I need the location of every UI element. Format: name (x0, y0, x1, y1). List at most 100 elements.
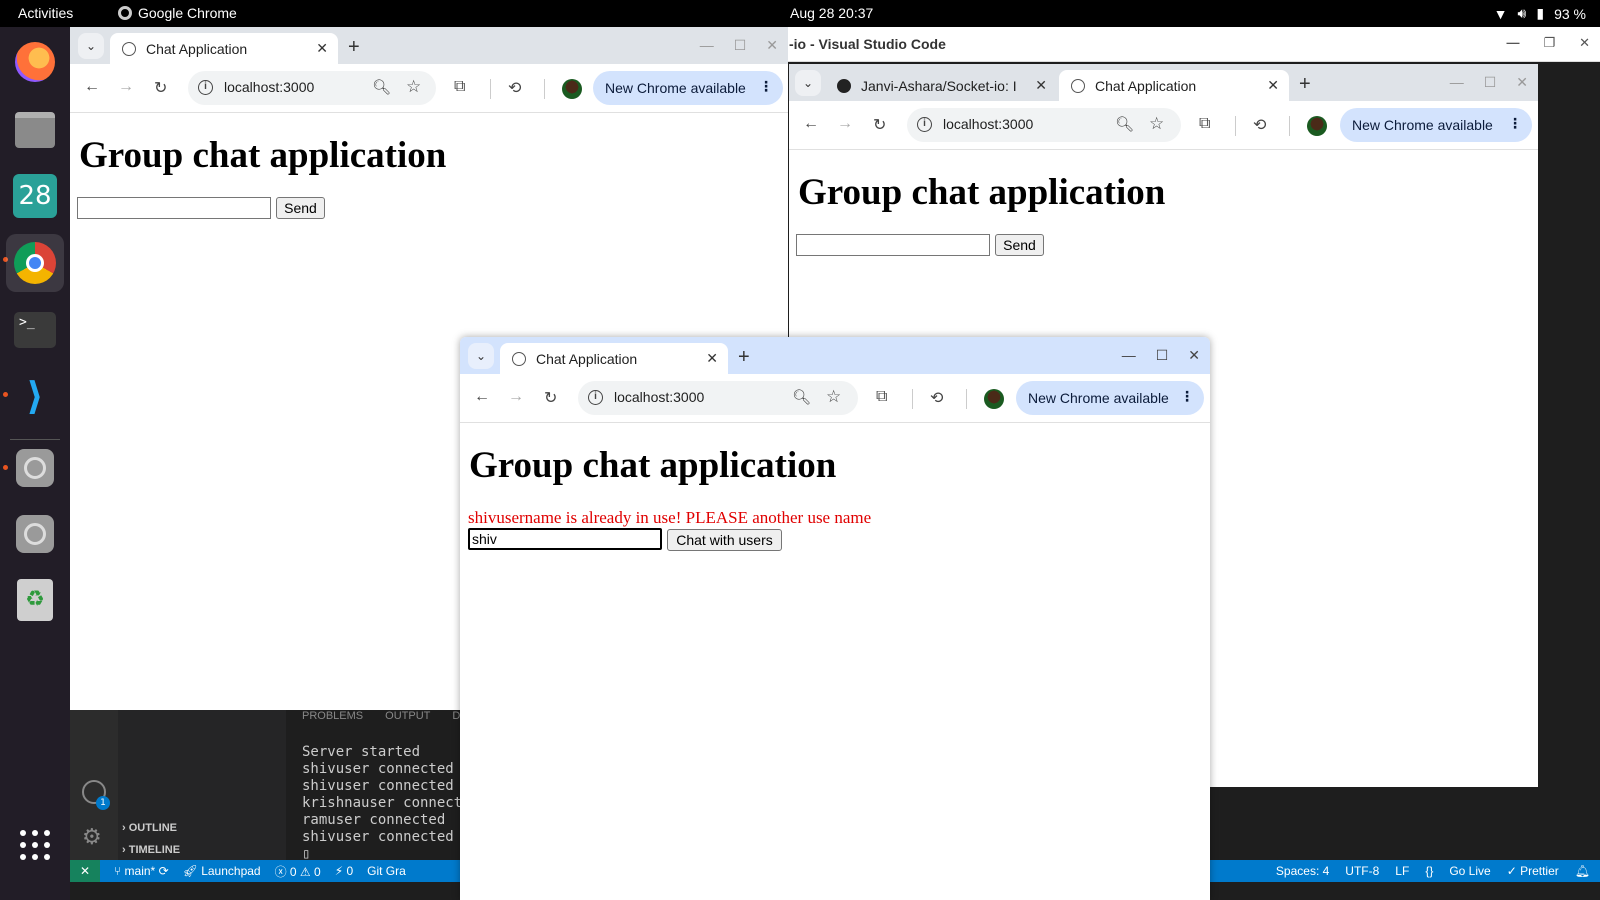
forward-icon[interactable]: → (508, 388, 524, 406)
new-chrome-available-button[interactable]: New Chrome available ⋮ (593, 71, 783, 105)
more-menu-icon[interactable]: ⋮ (759, 78, 773, 95)
address-bar[interactable]: i localhost:3000 🔍︎ ☆ (188, 71, 436, 105)
tab-github[interactable]: Janvi-Ashara/Socket-io: I ✕ (825, 70, 1057, 101)
minimize-icon[interactable]: — (700, 37, 714, 54)
tab-search-button[interactable]: ⌄ (468, 343, 494, 369)
branch-status[interactable]: ⑂ main* ⟳ (114, 864, 169, 878)
git-graph-status[interactable]: Git Gra (367, 864, 406, 878)
language-status[interactable]: {} (1425, 864, 1433, 878)
eol-status[interactable]: LF (1395, 864, 1409, 878)
maximize-icon[interactable]: ☐ (1484, 74, 1497, 91)
chat-with-users-button[interactable]: Chat with users (667, 529, 782, 551)
maximize-icon[interactable]: ☐ (734, 37, 747, 54)
minimize-icon[interactable]: — (1122, 347, 1136, 364)
system-tray[interactable]: ▼ 🔊︎ ▮ 93 % (1494, 5, 1586, 22)
tab-search-button[interactable]: ⌄ (795, 70, 821, 96)
close-icon[interactable]: ✕ (1579, 35, 1590, 51)
bookmark-star-icon[interactable]: ☆ (826, 387, 841, 407)
close-icon[interactable]: ✕ (1516, 74, 1528, 91)
back-icon[interactable]: ← (474, 388, 490, 406)
tab-problems[interactable]: PROBLEMS (302, 710, 363, 726)
extensions-icon[interactable]: ⧉ (1199, 115, 1210, 133)
clock[interactable]: Aug 28 20:37 (790, 5, 873, 21)
indent-status[interactable]: Spaces: 4 (1276, 864, 1329, 878)
tab-chat-application[interactable]: Chat Application ✕ (1059, 70, 1289, 101)
terminal-icon[interactable]: >_ (12, 307, 58, 353)
remote-icon[interactable]: ✕ (70, 860, 100, 882)
calendar-icon[interactable]: 28 (12, 173, 58, 219)
reload-icon[interactable]: ↻ (154, 78, 167, 98)
username-input[interactable]: shiv (468, 528, 662, 550)
minimize-icon[interactable]: — (1450, 74, 1464, 91)
bookmark-star-icon[interactable]: ☆ (406, 77, 421, 97)
new-chrome-available-button[interactable]: New Chrome available ⋮ (1016, 381, 1204, 415)
new-chrome-available-button[interactable]: New Chrome available ⋮ (1340, 108, 1532, 142)
encoding-status[interactable]: UTF-8 (1345, 864, 1379, 878)
forward-icon[interactable]: → (118, 78, 134, 96)
vscode-icon[interactable]: ⟩ (12, 373, 58, 419)
site-info-icon[interactable]: i (588, 390, 603, 405)
more-menu-icon[interactable]: ⋮ (1508, 115, 1522, 132)
forward-icon[interactable]: → (837, 115, 853, 133)
zoom-icon[interactable]: 🔍︎ (372, 78, 391, 96)
new-tab-button[interactable]: + (738, 346, 750, 369)
extensions-icon[interactable]: ⧉ (454, 78, 465, 96)
profile-avatar[interactable] (1307, 116, 1327, 136)
close-tab-icon[interactable]: ✕ (1035, 77, 1047, 94)
maximize-icon[interactable]: ❐ (1543, 35, 1555, 51)
site-info-icon[interactable]: i (198, 80, 213, 95)
firefox-icon[interactable] (12, 39, 58, 85)
activities-button[interactable]: Activities (18, 5, 73, 21)
problems-status[interactable]: ⓧ 0 ⚠ 0 (275, 863, 321, 880)
tab-chat-application[interactable]: Chat Application ✕ (110, 33, 338, 64)
message-input[interactable] (77, 197, 271, 219)
close-tab-icon[interactable]: ✕ (1267, 77, 1279, 94)
reload-icon[interactable]: ↻ (873, 115, 886, 135)
profile-avatar[interactable] (984, 389, 1004, 409)
message-input[interactable] (796, 234, 990, 256)
more-menu-icon[interactable]: ⋮ (1180, 388, 1194, 405)
send-button[interactable]: Send (276, 197, 325, 219)
settings-gear-icon[interactable]: ⚙ (82, 826, 106, 850)
launchpad-status[interactable]: 🚀︎ Launchpad (183, 864, 261, 878)
close-tab-icon[interactable]: ✕ (316, 40, 328, 57)
history-icon[interactable]: ⟲ (508, 78, 521, 98)
reload-icon[interactable]: ↻ (544, 388, 557, 408)
disc-icon[interactable] (12, 445, 58, 491)
back-icon[interactable]: ← (84, 78, 100, 96)
extensions-icon[interactable]: ⧉ (876, 388, 887, 406)
ports-status[interactable]: ⚡ 0 (335, 864, 353, 878)
minimize-icon[interactable]: — (1506, 35, 1519, 51)
history-icon[interactable]: ⟲ (930, 388, 943, 408)
new-tab-button[interactable]: + (1299, 73, 1311, 96)
prettier-status[interactable]: ✓ Prettier (1507, 864, 1559, 878)
chrome-icon[interactable] (6, 234, 64, 292)
app-menu[interactable]: Google Chrome (118, 5, 237, 21)
address-bar[interactable]: i localhost:3000 🔍︎ ☆ (578, 381, 858, 415)
back-icon[interactable]: ← (803, 115, 819, 133)
history-icon[interactable]: ⟲ (1253, 115, 1266, 135)
bell-icon[interactable]: 🔔︎ (1575, 864, 1590, 878)
close-icon[interactable]: ✕ (1188, 347, 1200, 364)
go-live-status[interactable]: Go Live (1449, 864, 1490, 878)
disc-icon[interactable] (12, 511, 58, 557)
send-button[interactable]: Send (995, 234, 1044, 256)
files-icon[interactable] (12, 107, 58, 153)
tab-chat-application[interactable]: Chat Application ✕ (500, 343, 728, 374)
show-apps-icon[interactable] (12, 822, 58, 868)
timeline-section[interactable]: › TIMELINE (122, 844, 180, 856)
close-icon[interactable]: ✕ (766, 37, 778, 54)
tab-search-button[interactable]: ⌄ (78, 33, 104, 59)
close-tab-icon[interactable]: ✕ (706, 350, 718, 367)
zoom-icon[interactable]: 🔍︎ (792, 388, 811, 406)
zoom-icon[interactable]: 🔍︎ (1115, 115, 1134, 133)
trash-icon[interactable]: ♻ (12, 577, 58, 623)
tab-output[interactable]: OUTPUT (385, 710, 430, 726)
site-info-icon[interactable]: i (917, 117, 932, 132)
outline-section[interactable]: › OUTLINE (122, 822, 177, 834)
address-bar[interactable]: i localhost:3000 🔍︎ ☆ (907, 108, 1181, 142)
maximize-icon[interactable]: ☐ (1156, 347, 1169, 364)
bookmark-star-icon[interactable]: ☆ (1149, 114, 1164, 134)
new-tab-button[interactable]: + (348, 36, 360, 59)
profile-avatar[interactable] (562, 79, 582, 99)
